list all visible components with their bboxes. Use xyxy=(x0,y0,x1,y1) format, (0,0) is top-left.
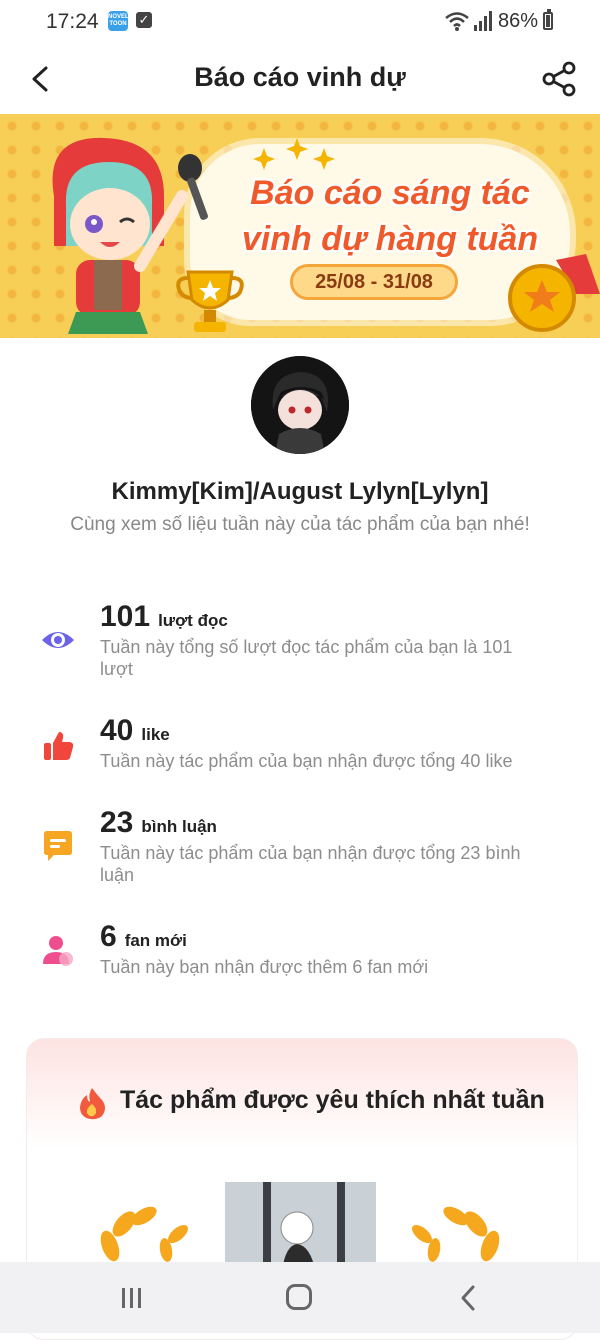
stat-reads: 101 lượt đọc Tuần này tổng số lượt đọc tá… xyxy=(0,600,600,680)
banner-title: Báo cáo sáng tác vinh dự hàng tuần xyxy=(230,170,550,262)
wifi-icon xyxy=(445,12,469,31)
banner-title-line2: vinh dự hàng tuần xyxy=(241,220,539,258)
share-icon[interactable] xyxy=(540,60,580,98)
stat-reads-value-row: 101 lượt đọc xyxy=(100,600,228,634)
fire-icon xyxy=(80,1088,105,1120)
system-navigation-bar xyxy=(0,1262,600,1333)
stat-likes-value-row: 40 like xyxy=(100,714,170,748)
favorite-work-title: Tác phẩm được yêu thích nhất tuần xyxy=(120,1086,545,1114)
notification-app-icon: NOVEL TOON xyxy=(108,11,129,31)
status-time: 17:24 xyxy=(46,10,99,33)
banner-date-range: 25/08 - 31/08 xyxy=(290,264,458,300)
stat-comments: 23 bình luận Tuần này tác phẩm của bạn nh… xyxy=(0,806,600,886)
weekly-report-banner: Báo cáo sáng tác vinh dự hàng tuần 25/08… xyxy=(0,114,600,338)
thumbs-up-icon xyxy=(44,732,74,760)
recent-apps-icon[interactable] xyxy=(120,1286,144,1310)
app-header: Báo cáo vinh dự xyxy=(0,44,600,114)
stat-fans: 6 fan mới Tuần này bạn nhận được thêm 6 f… xyxy=(0,920,600,980)
laurel-left-icon xyxy=(100,1206,188,1262)
home-icon[interactable] xyxy=(286,1284,312,1310)
stat-fans-value: 6 xyxy=(100,920,117,953)
stat-reads-unit: lượt đọc xyxy=(158,611,228,630)
stat-fans-description: Tuần này bạn nhận được thêm 6 fan mới xyxy=(100,957,429,977)
stat-fans-unit: fan mới xyxy=(124,931,187,950)
user-avatar[interactable] xyxy=(251,356,349,454)
eye-icon xyxy=(42,632,74,648)
battery-percentage: 86% xyxy=(498,10,539,32)
user-icon xyxy=(43,936,73,966)
stat-fans-value-row: 6 fan mới xyxy=(100,920,187,954)
comment-icon xyxy=(44,831,72,861)
stat-reads-description: Tuần này tổng số lượt đọc tác phẩm của b… xyxy=(100,637,513,679)
task-check-icon: ✓ xyxy=(136,12,152,28)
stat-likes-value: 40 xyxy=(100,714,134,747)
stat-comments-unit: bình luận xyxy=(141,817,217,836)
stat-comments-value: 23 xyxy=(100,806,134,839)
stat-likes-unit: like xyxy=(141,725,170,744)
status-bar: 17:24 NOVEL TOON ✓ 86% xyxy=(0,0,600,44)
battery-icon xyxy=(543,9,553,30)
avatar-image xyxy=(251,356,349,454)
trophy-icon xyxy=(176,270,244,332)
page-title: Báo cáo vinh dự xyxy=(194,62,406,92)
back-icon[interactable] xyxy=(458,1284,478,1312)
stat-likes: 40 like Tuần này tác phẩm của bạn nhận đư… xyxy=(0,714,600,774)
user-subtitle: Cùng xem số liệu tuần này của tác phẩm c… xyxy=(70,514,530,535)
signal-icon xyxy=(474,11,492,31)
stat-comments-description: Tuần này tác phẩm của bạn nhận được tổng… xyxy=(100,843,521,885)
laurel-right-icon xyxy=(412,1206,500,1262)
user-name: Kimmy[Kim]/August Lylyn[Lylyn] xyxy=(111,478,489,505)
medal-icon xyxy=(508,254,600,332)
stat-likes-description: Tuần này tác phẩm của bạn nhận được tổng… xyxy=(100,751,513,771)
stat-comments-value-row: 23 bình luận xyxy=(100,806,217,840)
banner-title-line1: Báo cáo sáng tác xyxy=(250,174,530,212)
stat-reads-value: 101 xyxy=(100,600,151,633)
